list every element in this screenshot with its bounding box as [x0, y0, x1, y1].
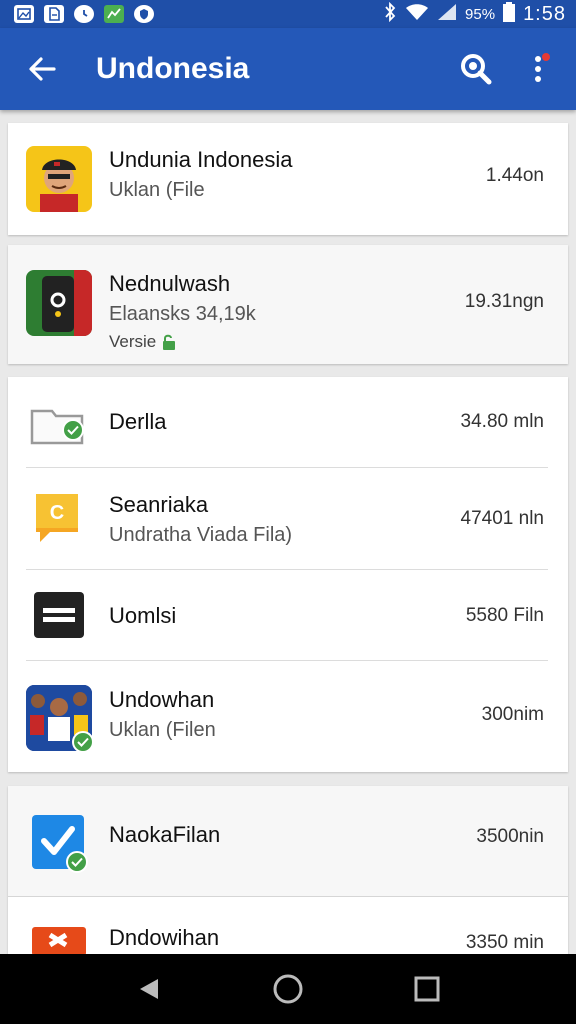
app-card: Nednulwash Elaansks 34,19k Versie 19.31n… — [8, 245, 568, 364]
battery-icon — [503, 1, 516, 27]
app-card-group: Derlla 34.80 mln C Seanriaka Undratha Vi… — [8, 377, 568, 772]
chart-notification-icon — [104, 5, 124, 23]
nav-back-button[interactable] — [129, 969, 169, 1009]
item-title: Uomlsi — [109, 603, 177, 628]
image-notification-icon — [14, 5, 34, 23]
more-options-button[interactable] — [514, 45, 562, 93]
search-icon — [461, 54, 492, 85]
arrow-left-icon — [29, 57, 56, 81]
shield-notification-icon — [134, 5, 154, 23]
back-button[interactable] — [14, 41, 70, 97]
item-extra: Versie — [109, 332, 256, 352]
status-bar: 95% 1:58 — [0, 0, 576, 28]
list-item[interactable]: Uomlsi 5580 Filn — [8, 570, 568, 660]
list-item[interactable]: NaokaFilan 3500nin — [8, 786, 568, 896]
item-title: Derlla — [109, 409, 167, 434]
app-card-group: NaokaFilan 3500nin Dndowihan 3350 min — [8, 786, 568, 954]
clock-time: 1:58 — [523, 2, 566, 25]
file-notification-icon — [44, 5, 64, 23]
list-item[interactable]: Dndowihan 3350 min — [8, 897, 568, 954]
item-title: Undowhan — [109, 687, 215, 712]
item-title: Undunia Indonesia — [109, 147, 293, 172]
wifi-icon — [405, 3, 429, 26]
list-item[interactable]: Nednulwash Elaansks 34,19k Versie 19.31n… — [8, 245, 568, 364]
people-photo-icon — [26, 685, 94, 753]
item-subtitle: Uklan (File — [109, 179, 205, 201]
item-title: NaokaFilan — [109, 822, 221, 847]
item-value: 1.44on — [485, 165, 544, 186]
letter-c-icon: C — [26, 488, 92, 554]
svg-text:C: C — [50, 502, 64, 524]
item-title: Dndowihan — [109, 925, 220, 950]
circle-home-icon — [273, 974, 303, 1004]
checkbox-icon — [26, 809, 92, 875]
square-recents-icon — [414, 976, 440, 1002]
nav-home-button[interactable] — [268, 969, 308, 1009]
item-value: 3500nin — [476, 826, 544, 847]
navigation-bar — [0, 954, 576, 1024]
unlock-icon — [163, 334, 176, 350]
list-item[interactable]: Derlla 34.80 mln — [8, 377, 568, 467]
phone-app-icon — [26, 270, 92, 336]
triangle-back-icon — [140, 979, 159, 999]
item-title: Seanriaka — [109, 492, 209, 517]
item-value: 47401 nln — [460, 508, 544, 529]
item-subtitle: Elaansks 34,19k — [109, 303, 256, 325]
system-status: 95% 1:58 — [383, 1, 566, 27]
notification-icons — [14, 5, 154, 23]
item-value: 5580 Filn — [465, 605, 544, 626]
more-vertical-icon — [535, 56, 541, 82]
item-value: 19.31ngn — [464, 291, 544, 312]
avatar-cap-icon — [26, 146, 92, 212]
signal-icon — [437, 3, 457, 26]
item-extra-label: Versie — [109, 332, 157, 351]
list-item[interactable]: C Seanriaka Undratha Viada Fila) 47401 n… — [8, 468, 568, 569]
orange-app-icon — [26, 919, 92, 954]
battery-percent: 95% — [465, 5, 496, 23]
list-item[interactable]: Undowhan Uklan (Filen 300nim — [8, 661, 568, 772]
item-subtitle: Uklan (Filen — [109, 719, 216, 741]
item-subtitle: Undratha Viada Fila) — [109, 524, 293, 546]
search-button[interactable] — [452, 45, 500, 93]
list-item[interactable]: Undunia Indonesia Uklan (File 1.44on — [8, 123, 568, 235]
bluetooth-icon — [383, 1, 397, 27]
app-card: Undunia Indonesia Uklan (File 1.44on — [8, 123, 568, 235]
clock-notification-icon — [74, 5, 94, 23]
document-box-icon — [26, 582, 92, 648]
notification-dot — [542, 53, 550, 61]
nav-recents-button[interactable] — [407, 969, 447, 1009]
item-value: 34.80 mln — [460, 411, 544, 432]
page-title: Undonesia — [96, 52, 250, 85]
item-value: 3350 min — [465, 932, 544, 953]
folder-check-icon — [26, 389, 92, 455]
item-value: 300nim — [481, 704, 544, 725]
item-title: Nednulwash — [109, 271, 231, 296]
app-bar: Undonesia — [0, 28, 576, 110]
